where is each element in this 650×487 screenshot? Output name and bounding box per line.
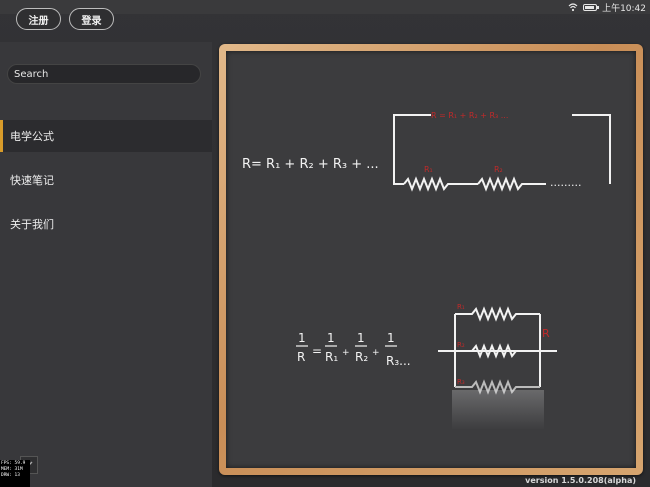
resistor-r1 <box>455 306 540 322</box>
search-input[interactable] <box>7 64 201 84</box>
t3-denominator: R₃... <box>386 354 411 368</box>
resistor-r1 <box>403 176 478 192</box>
sidebar-item-label: 电学公式 <box>10 130 54 143</box>
sidebar-menu: 电学公式 快速笔记 关于我们 <box>0 120 212 252</box>
series-r1-label: R₁ <box>424 165 433 174</box>
plus-sign: + <box>342 348 350 358</box>
lhs-numerator: 1 <box>298 331 306 345</box>
parallel-circuit <box>438 306 557 395</box>
app-window: 上午10:42 注册 登录 电学公式 快速笔记 关于我们 FPS: 59.9 <box>0 0 650 487</box>
t2-numerator: 1 <box>357 331 365 345</box>
formula-drawing: R= R₁ + R₂ + R₃ + ... ......... R = R₁ +… <box>242 111 611 430</box>
circuit-wire <box>572 114 611 184</box>
resistor-r2 <box>471 343 517 359</box>
chalkboard: R= R₁ + R₂ + R₃ + ... ......... R = R₁ +… <box>226 51 636 468</box>
t1-denominator: R₁ <box>325 350 338 364</box>
sidebar-item-electric-formulas[interactable]: 电学公式 <box>0 120 212 152</box>
parallel-total-label: R <box>542 327 550 340</box>
t2-denominator: R₂ <box>355 350 368 364</box>
parallel-r3-label: R₃ <box>457 378 465 386</box>
sidebar-item-about-us[interactable]: 关于我们 <box>0 208 212 240</box>
series-total-label: R = R₁ + R₂ + R₃ ... <box>431 111 508 120</box>
parallel-r2-label: R₂ <box>457 341 465 349</box>
sidebar-item-quick-notes[interactable]: 快速笔记 <box>0 164 212 196</box>
equals-sign: = <box>312 344 322 358</box>
register-button[interactable]: 注册 <box>16 8 61 30</box>
debug-line: DRW: 13 <box>1 473 20 478</box>
series-r2-label: R₂ <box>494 165 503 174</box>
sidebar-item-label: 关于我们 <box>10 218 54 231</box>
debug-overlay: FPS: 59.9 MEM: 31M DRW: 13 <box>0 460 30 487</box>
version-label: version 1.5.0.208(alpha) <box>525 476 636 485</box>
reflection-fade <box>452 390 544 430</box>
sidebar-item-label: 快速笔记 <box>10 174 54 187</box>
series-dots: ......... <box>550 176 581 189</box>
parallel-r1-label: R₁ <box>457 303 465 311</box>
t1-numerator: 1 <box>327 331 335 345</box>
login-button[interactable]: 登录 <box>69 8 114 30</box>
parallel-formula: 1 R = 1 R₁ + 1 R₂ + 1 R₃... <box>296 331 411 368</box>
resistor-r2 <box>477 176 546 192</box>
plus-sign: + <box>372 348 380 358</box>
sidebar: 电学公式 快速笔记 关于我们 FPS: 59.9 MEM: 31M DRW: 1… <box>0 42 212 487</box>
top-header: 注册 登录 <box>0 0 650 42</box>
series-formula: R= R₁ + R₂ + R₃ + ... <box>242 157 379 172</box>
lhs-denominator: R <box>297 350 305 364</box>
t3-numerator: 1 <box>387 331 395 345</box>
